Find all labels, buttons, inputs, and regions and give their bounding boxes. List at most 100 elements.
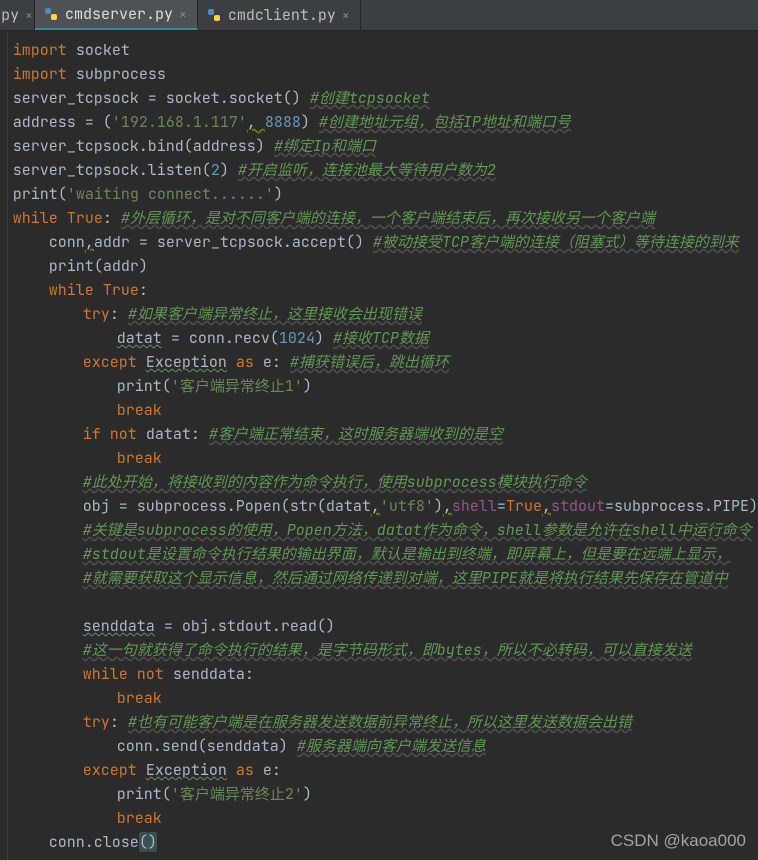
code-text: address = ( [13,112,112,132]
gutter [0,31,8,860]
close-icon[interactable]: × [179,6,187,23]
code-text: ) [301,112,319,132]
class: Exception [146,760,227,780]
kw-as: as [227,760,263,780]
kw-true: True [506,496,542,516]
python-file-icon [43,6,59,22]
code-text: , [542,496,551,516]
tab-cmdserver[interactable]: cmdserver.py × [35,0,198,30]
kw-while-not: while not [83,664,173,684]
code-text: ( [58,184,67,204]
kw-break: break [117,808,162,828]
comment: #这一句就获得了命令执行的结果，是字节码形式，即bytes，所以不必转码，可以直… [83,640,692,660]
code-text: ) [434,496,443,516]
code-text: ) [274,184,283,204]
code-text: ) [303,376,312,396]
code-text: conn.send(senddata) [117,736,297,756]
string: '192.168.1.117' [112,112,247,132]
comment: #就需要获取这个显示信息，然后通过网络传递到对端，这里PIPE就是将执行结果先保… [83,568,728,588]
kw-break: break [117,688,162,708]
code-text: = obj.stdout.read() [155,616,335,636]
code-text: addr = server_tcpsock.accept() [94,232,373,252]
number: 1024 [279,328,315,348]
kw-true: True [67,208,103,228]
kw-as: as [227,352,263,372]
kw-while: while [13,208,67,228]
code-text: : [110,712,128,732]
watermark: CSDN @kaoa000 [611,829,746,853]
kw-except: except [83,352,146,372]
builtin: print [117,784,162,804]
code-text: ( [162,376,171,396]
close-icon[interactable]: × [25,7,33,24]
comment: #捕获错误后，跳出循环 [290,352,449,372]
comment: #接收TCP数据 [333,328,429,348]
kw-import: import [13,64,67,84]
code-text: server_tcpsock.listen( [13,160,211,180]
kw-true: True [103,280,139,300]
code-text: =subprocess.PIPE) [605,496,758,516]
class: Exception [146,352,227,372]
code-text: server_tcpsock.bind(address) [13,136,274,156]
tab-collapsed[interactable]: py × [0,0,35,30]
code-text: e: [263,352,290,372]
paren: ( [139,832,148,852]
code-text: conn.close [49,832,139,852]
kw-except: except [83,760,146,780]
kw-try: try [83,304,110,324]
comment: #stdout是设置命令执行结果的输出界面，默认是输出到终端，即屏幕上，但是要在… [83,544,731,564]
kw-if-not: if not [83,424,146,444]
editor: import socket import subprocess server_t… [0,31,758,860]
kw-while: while [49,280,103,300]
code-text: (datat [317,496,371,516]
builtin: print [13,184,58,204]
code-area[interactable]: import socket import subprocess server_t… [8,31,758,860]
code-text: = [497,496,506,516]
comment: #外层循环，是对不同客户端的连接，一个客户端结束后，再次接收另一个客户端 [121,208,655,228]
string: '客户端异常终止1' [171,376,303,396]
comment: #创建地址元组，包括IP地址和端口号 [319,112,571,132]
paren: ) [148,832,157,852]
code-text: ) [220,160,238,180]
comment: #创建tcpsocket [310,88,430,108]
comment: #被动接受TCP客户端的连接（阻塞式）等待连接的到来 [373,232,739,252]
code-text: , [371,496,380,516]
builtin: str [290,496,317,516]
kw-try: try [83,712,110,732]
var: senddata [83,616,155,636]
kw-import: import [13,40,67,60]
code-text: ) [303,784,312,804]
code-text: ( [162,784,171,804]
comment: #开启监听，连接池最大等待用户数为2 [238,160,496,180]
code-text: , [85,232,94,252]
number: 2 [211,160,220,180]
comment: #服务器端向客户端发送信息 [297,736,486,756]
builtin: print [117,376,162,396]
comment: #客户端正常结束，这时服务器端收到的是空 [209,424,503,444]
code-text: server_tcpsock = socket.socket() [13,88,310,108]
tab-bar: py × cmdserver.py × cmdclient.py × [0,0,758,31]
close-icon[interactable]: × [342,7,350,24]
code-text: : [139,280,148,300]
builtin: print [49,256,94,276]
tab-cmdclient[interactable]: cmdclient.py × [198,0,361,30]
param: shell [452,496,497,516]
number: 8888 [265,112,301,132]
code-text: : [103,208,121,228]
kw-break: break [117,400,162,420]
code-text: (addr) [94,256,148,276]
code-text: conn [49,232,85,252]
var: datat [117,328,162,348]
code-text: = conn.recv( [162,328,279,348]
string: 'waiting connect......' [67,184,274,204]
code-text: : [110,304,128,324]
comment: #此处开始，将接收到的内容作为命令执行，使用subprocess模块执行命令 [83,472,587,492]
code-text: , [443,496,452,516]
code-text: , [247,112,265,132]
code-text: datat: [146,424,209,444]
tab-label: cmdclient.py [228,5,336,25]
comment: #也有可能客户端是在服务器发送数据前异常终止，所以这里发送数据会出错 [128,712,632,732]
module: subprocess [67,64,166,84]
module: socket [67,40,130,60]
comment: #关键是subprocess的使用，Popen方法，datat作为命令，shel… [83,520,752,540]
